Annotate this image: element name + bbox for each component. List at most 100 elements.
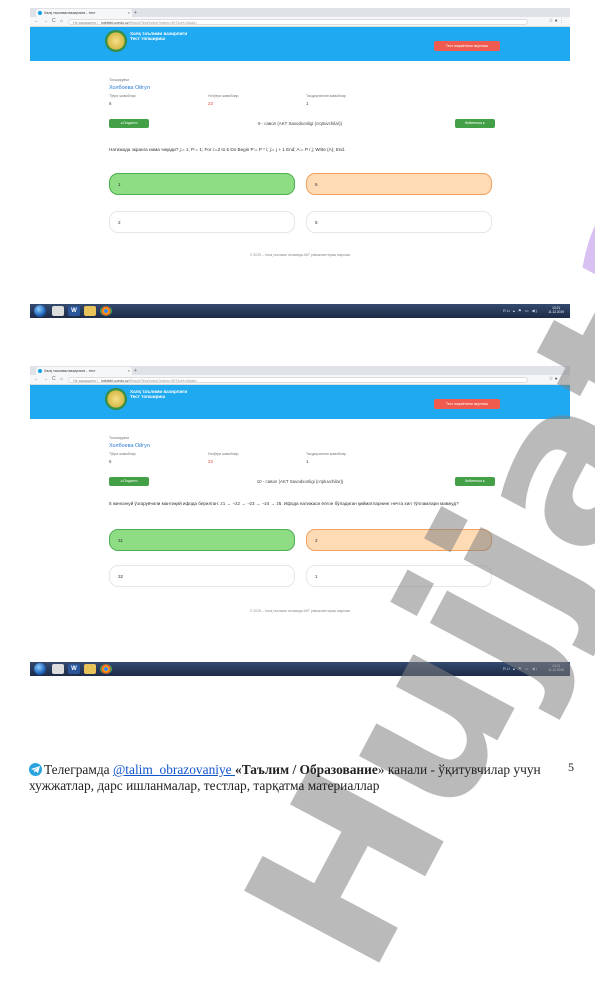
browser-actions: ☆ ● ⋮ — [549, 18, 564, 24]
test-content: Топширувчи Холбоева Ойгул Тўғри жавоблар… — [30, 61, 570, 305]
answer-option[interactable]: 6 — [306, 173, 492, 195]
tab-title: Халқ таълими вазирлиги - тест — [44, 369, 96, 373]
close-tab-icon[interactable]: × — [128, 367, 130, 375]
clock-date: 11.12.2019 — [548, 668, 564, 673]
reload-icon[interactable]: C — [52, 18, 56, 24]
url-path: /Result/Test/Index/?token=997&ref=0&qid= — [128, 20, 198, 25]
confirmed-count: 1 — [306, 101, 309, 106]
confirmed-label: Тасдиқланган жавоблар — [306, 452, 347, 456]
new-tab-button[interactable]: + — [134, 368, 137, 374]
site-title: Халқ таълими вазирлиги Тест топшириш — [130, 31, 187, 41]
start-button-icon[interactable] — [34, 305, 46, 317]
question-number: 10 - савол (AKT Savodxonligi (o'qituvchi… — [256, 479, 344, 484]
test-content: Топширувчи Холбоева Ойгул Тўғри жавоблар… — [30, 419, 570, 663]
answer-option[interactable]: 32 — [109, 565, 295, 587]
taskbar-clock[interactable]: 13:21 11.12.2019 — [548, 664, 564, 673]
site-favicon-icon — [38, 11, 42, 15]
explorer-icon[interactable] — [52, 306, 64, 316]
wrong-count: 23 — [208, 459, 213, 464]
state-emblem-icon — [105, 388, 127, 410]
browser-tab[interactable]: Халқ таълими вазирлиги - тест × — [36, 9, 132, 17]
telegram-footer-note: Телеграмда @talim_obrazovaniye «Таълим /… — [29, 762, 549, 794]
site-favicon-icon — [38, 369, 42, 373]
site-header: Халқ таълими вазирлиги Тест топшириш Тес… — [30, 385, 570, 419]
bookmark-star-icon[interactable]: ☆ — [549, 18, 553, 24]
browser-tab[interactable]: Халқ таълими вазирлиги - тест × — [36, 367, 132, 375]
answer-option[interactable]: 2 — [306, 529, 492, 551]
tab-title: Халқ таълими вазирлиги - тест — [44, 11, 96, 15]
chrome-icon[interactable] — [100, 664, 112, 674]
url-host: intellekt.uzedu.uz — [101, 20, 129, 25]
not-secure-label: Не защищено | — [73, 20, 99, 25]
start-button-icon[interactable] — [34, 663, 46, 675]
finish-test-button[interactable]: Тест жараёнини якунлаш — [434, 399, 500, 409]
confirmed-count: 1 — [306, 459, 309, 464]
correct-label: Тўғри жавоблар — [109, 452, 136, 456]
chrome-icon[interactable] — [100, 306, 112, 316]
not-secure-label: Не защищено | — [73, 378, 99, 383]
explorer-icon[interactable] — [52, 664, 64, 674]
clock-date: 11.12.2019 — [548, 310, 564, 315]
bookmark-star-icon[interactable]: ☆ — [549, 376, 553, 382]
url-input[interactable]: Не защищено | intellekt.uzedu.uz/Result/T… — [68, 376, 528, 383]
forward-icon[interactable]: → — [43, 376, 48, 382]
examinee-label: Топширувчи — [109, 78, 130, 82]
tab-bar: Халқ таълими вазирлиги - тест × + — [30, 366, 570, 375]
next-question-button[interactable]: Кейингиси ▸ — [455, 119, 495, 128]
menu-icon[interactable]: ⋮ — [559, 18, 564, 24]
answer-option[interactable]: 1 — [306, 565, 492, 587]
taskbar-clock[interactable]: 13:21 11.12.2019 — [548, 306, 564, 315]
back-icon[interactable]: ← — [34, 18, 39, 24]
url-input[interactable]: Не защищено | intellekt.uzedu.uz/Result/T… — [68, 18, 528, 25]
browser-screenshot-2: Халқ таълими вазирлиги - тест × + ← → C … — [30, 366, 570, 676]
profile-icon[interactable]: ● — [555, 376, 558, 382]
forward-icon[interactable]: → — [43, 18, 48, 24]
system-tray[interactable]: RU ▴ ⚑ ▭ ◀) — [503, 666, 538, 671]
previous-question-button[interactable]: ◂ Олдинги — [109, 477, 149, 486]
next-question-button[interactable]: Кейингиси ▸ — [455, 477, 495, 486]
question-text: 5 жинсинуй ўзгарувчили мантиқий ифода бе… — [109, 501, 459, 506]
finish-test-button[interactable]: Тест жараёнини якунлаш — [434, 41, 500, 51]
word-icon[interactable]: W — [68, 664, 80, 674]
confirmed-label: Тасдиқланган жавоблар — [306, 94, 347, 98]
telegram-channel-link[interactable]: @talim_obrazovaniye — [113, 762, 235, 777]
folder-icon[interactable] — [84, 306, 96, 316]
correct-count: 6 — [109, 101, 112, 106]
wrong-label: Нотўғри жавоблар — [208, 94, 239, 98]
site-title-line2: Тест топшириш — [130, 394, 166, 400]
examinee-name: Холбоева Ойгул — [109, 443, 150, 449]
system-tray[interactable]: RU ▴ ⚑ ▭ ◀) — [503, 308, 538, 313]
question-number: 9 - савол (AKT Savodxonligi (o'qituvchil… — [257, 121, 343, 126]
browser-actions: ☆ ● ⋮ — [549, 376, 564, 382]
site-header: Халқ таълими вазирлиги Тест топшириш Тес… — [30, 27, 570, 61]
folder-icon[interactable] — [84, 664, 96, 674]
correct-label: Тўғри жавоблар — [109, 94, 136, 98]
new-tab-button[interactable]: + — [134, 10, 137, 16]
windows-taskbar: W RU ▴ ⚑ ▭ ◀) 13:21 11.12.2019 — [30, 304, 570, 318]
tab-bar: Халқ таълими вазирлиги - тест × + — [30, 8, 570, 17]
menu-icon[interactable]: ⋮ — [559, 376, 564, 382]
answer-option[interactable]: 5 — [306, 211, 492, 233]
question-text: Натижада экранга нима чиқади? j:= 1; P:=… — [109, 147, 346, 152]
channel-name: Таълим / Образование — [241, 762, 378, 777]
back-icon[interactable]: ← — [34, 376, 39, 382]
address-bar-row: ← → C ⌂ Не защищено | intellekt.uzedu.uz/… — [30, 17, 570, 27]
answer-option[interactable]: 1 — [109, 173, 295, 195]
answer-option[interactable]: 2 — [109, 211, 295, 233]
profile-icon[interactable]: ● — [555, 18, 558, 24]
answer-option[interactable]: 31 — [109, 529, 295, 551]
word-icon[interactable]: W — [68, 306, 80, 316]
examinee-name: Холбоева Ойгул — [109, 85, 150, 91]
browser-screenshot-1: Халқ таълими вазирлиги - тест × + ← → C … — [30, 8, 570, 318]
home-icon[interactable]: ⌂ — [60, 18, 63, 24]
reload-icon[interactable]: C — [52, 376, 56, 382]
page-number: 5 — [568, 760, 574, 774]
close-tab-icon[interactable]: × — [128, 9, 130, 17]
page-footer: © 2019 – Халқ таълими тизимида АКТ ривож… — [249, 609, 351, 613]
note-prefix: Телеграмда — [44, 762, 113, 777]
open-quote: « — [234, 762, 242, 777]
url-host: intellekt.uzedu.uz — [101, 378, 129, 383]
previous-question-button[interactable]: ◂ Олдинги — [109, 119, 149, 128]
wrong-label: Нотўғри жавоблар — [208, 452, 239, 456]
home-icon[interactable]: ⌂ — [60, 376, 63, 382]
